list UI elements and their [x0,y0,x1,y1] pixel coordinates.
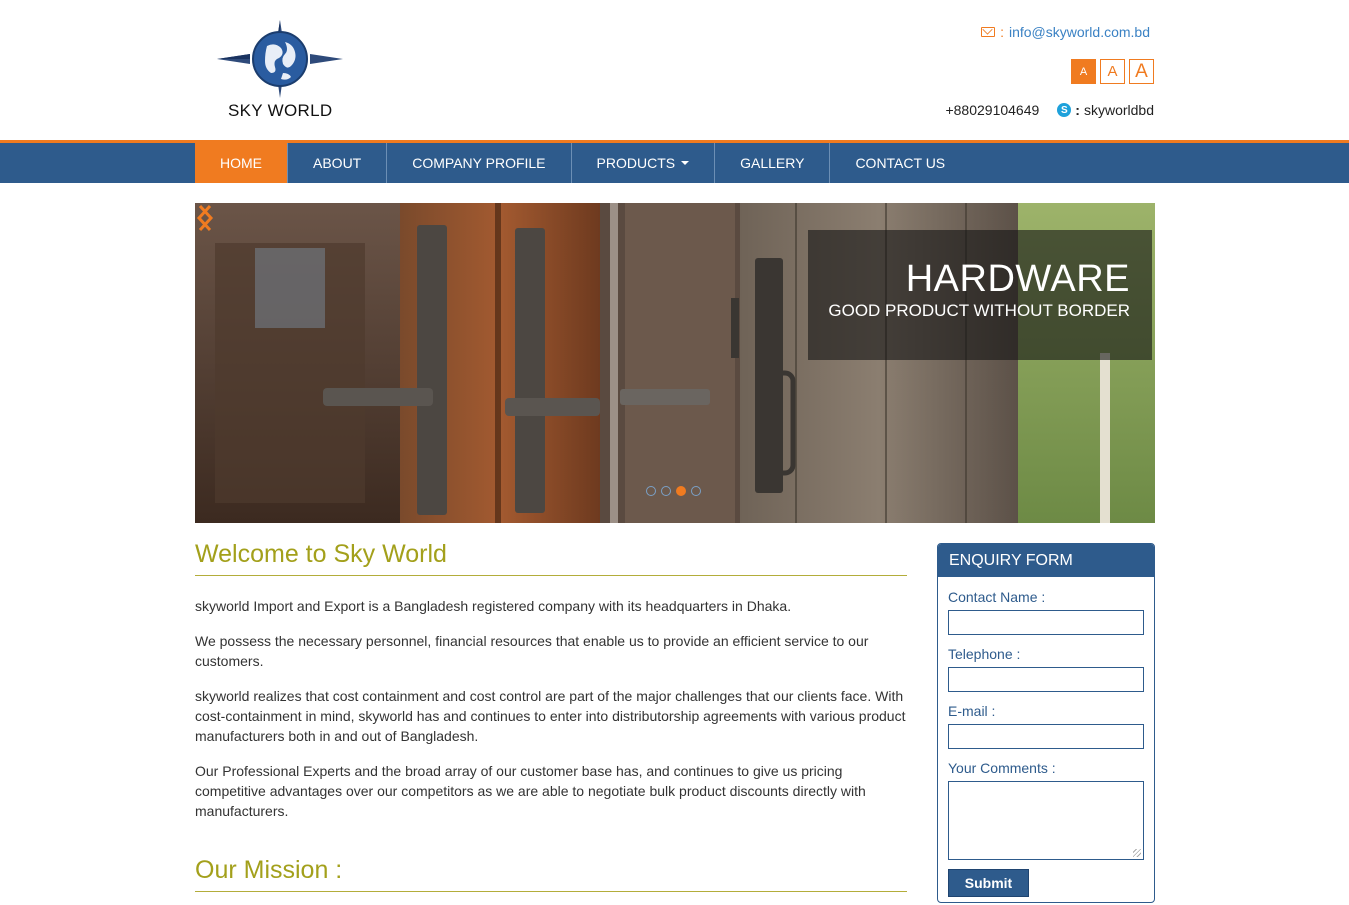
slide-caption: HARDWARE GOOD PRODUCT WITHOUT BORDER [808,230,1152,360]
nav-products-label: PRODUCTS [596,155,676,171]
main-nav-bar: HOME ABOUT COMPANY PROFILE PRODUCTS GALL… [0,140,1349,183]
nav-home-label: HOME [220,155,262,171]
skype-id: skyworldbd [1083,102,1154,118]
slide-title: HARDWARE [905,258,1130,300]
font-size-small-button[interactable]: A [1071,59,1096,84]
skype-separator: : [1075,102,1080,118]
nav-contact-us[interactable]: CONTACT US [830,143,970,183]
enquiry-form: ENQUIRY FORM Contact Name : Telephone : … [937,543,1155,903]
contact-name-input[interactable] [948,610,1144,635]
email-link[interactable]: info@skyworld.com.bd [1009,24,1150,40]
nav-company-profile-label: COMPANY PROFILE [412,155,546,171]
slider-next-arrow[interactable] [195,203,215,233]
telephone-input[interactable] [948,667,1144,692]
slider-dot[interactable] [661,486,671,496]
site-header: SKY WORLD : info@skyworld.com.bd A A A +… [0,0,1349,140]
slider-indicators [646,486,701,496]
site-logo[interactable]: SKY WORLD [215,18,345,128]
welcome-heading: Welcome to Sky World [195,540,907,576]
intro-paragraph: Our Professional Experts and the broad a… [195,763,866,819]
slider-dot[interactable] [646,486,656,496]
contact-name-label: Contact Name : [948,589,1046,605]
compass-globe-icon [217,20,343,98]
enquiry-form-title: ENQUIRY FORM [938,544,1154,577]
email-label: E-mail : [948,703,996,719]
header-email[interactable]: : info@skyworld.com.bd [981,24,1150,40]
brand-name: SKY WORLD [228,101,333,120]
main-nav: HOME ABOUT COMPANY PROFILE PRODUCTS GALL… [195,143,970,183]
nav-about-label: ABOUT [313,155,362,171]
resize-grip-icon[interactable] [1133,849,1141,857]
intro-paragraph: skyworld realizes that cost containment … [195,688,906,744]
skype-contact[interactable]: S : skyworldbd [1057,102,1154,118]
phone-number: +88029104649 [945,102,1040,118]
header-contact: +88029104649 S : skyworldbd [945,102,1154,118]
nav-products[interactable]: PRODUCTS [572,143,716,183]
mission-heading: Our Mission : [195,856,907,892]
slider-dot[interactable] [691,486,701,496]
font-size-medium-button[interactable]: A [1100,59,1125,84]
comments-textarea[interactable] [948,781,1144,860]
skype-icon: S [1057,103,1072,117]
nav-gallery-label: GALLERY [740,155,805,171]
nav-company-profile[interactable]: COMPANY PROFILE [387,143,572,183]
slider-dot-active[interactable] [676,486,686,496]
envelope-icon [981,27,996,37]
main-content: Welcome to Sky World skyworld Import and… [195,540,907,892]
intro-paragraph: skyworld Import and Export is a Banglade… [195,598,792,614]
nav-home[interactable]: HOME [195,143,288,183]
telephone-label: Telephone : [948,646,1021,662]
submit-button[interactable]: Submit [948,869,1029,897]
nav-about[interactable]: ABOUT [288,143,388,183]
font-size-large-button[interactable]: A [1129,59,1154,84]
email-input[interactable] [948,724,1144,749]
email-separator: : [1000,24,1004,40]
hero-slider: HARDWARE GOOD PRODUCT WITHOUT BORDER [195,203,1155,523]
nav-contact-us-label: CONTACT US [855,155,946,171]
nav-gallery[interactable]: GALLERY [715,143,831,183]
slide-subtitle: GOOD PRODUCT WITHOUT BORDER [828,301,1130,320]
caret-down-icon [681,161,690,165]
comments-label: Your Comments : [948,760,1056,776]
intro-paragraph: We possess the necessary personnel, fina… [195,633,869,669]
